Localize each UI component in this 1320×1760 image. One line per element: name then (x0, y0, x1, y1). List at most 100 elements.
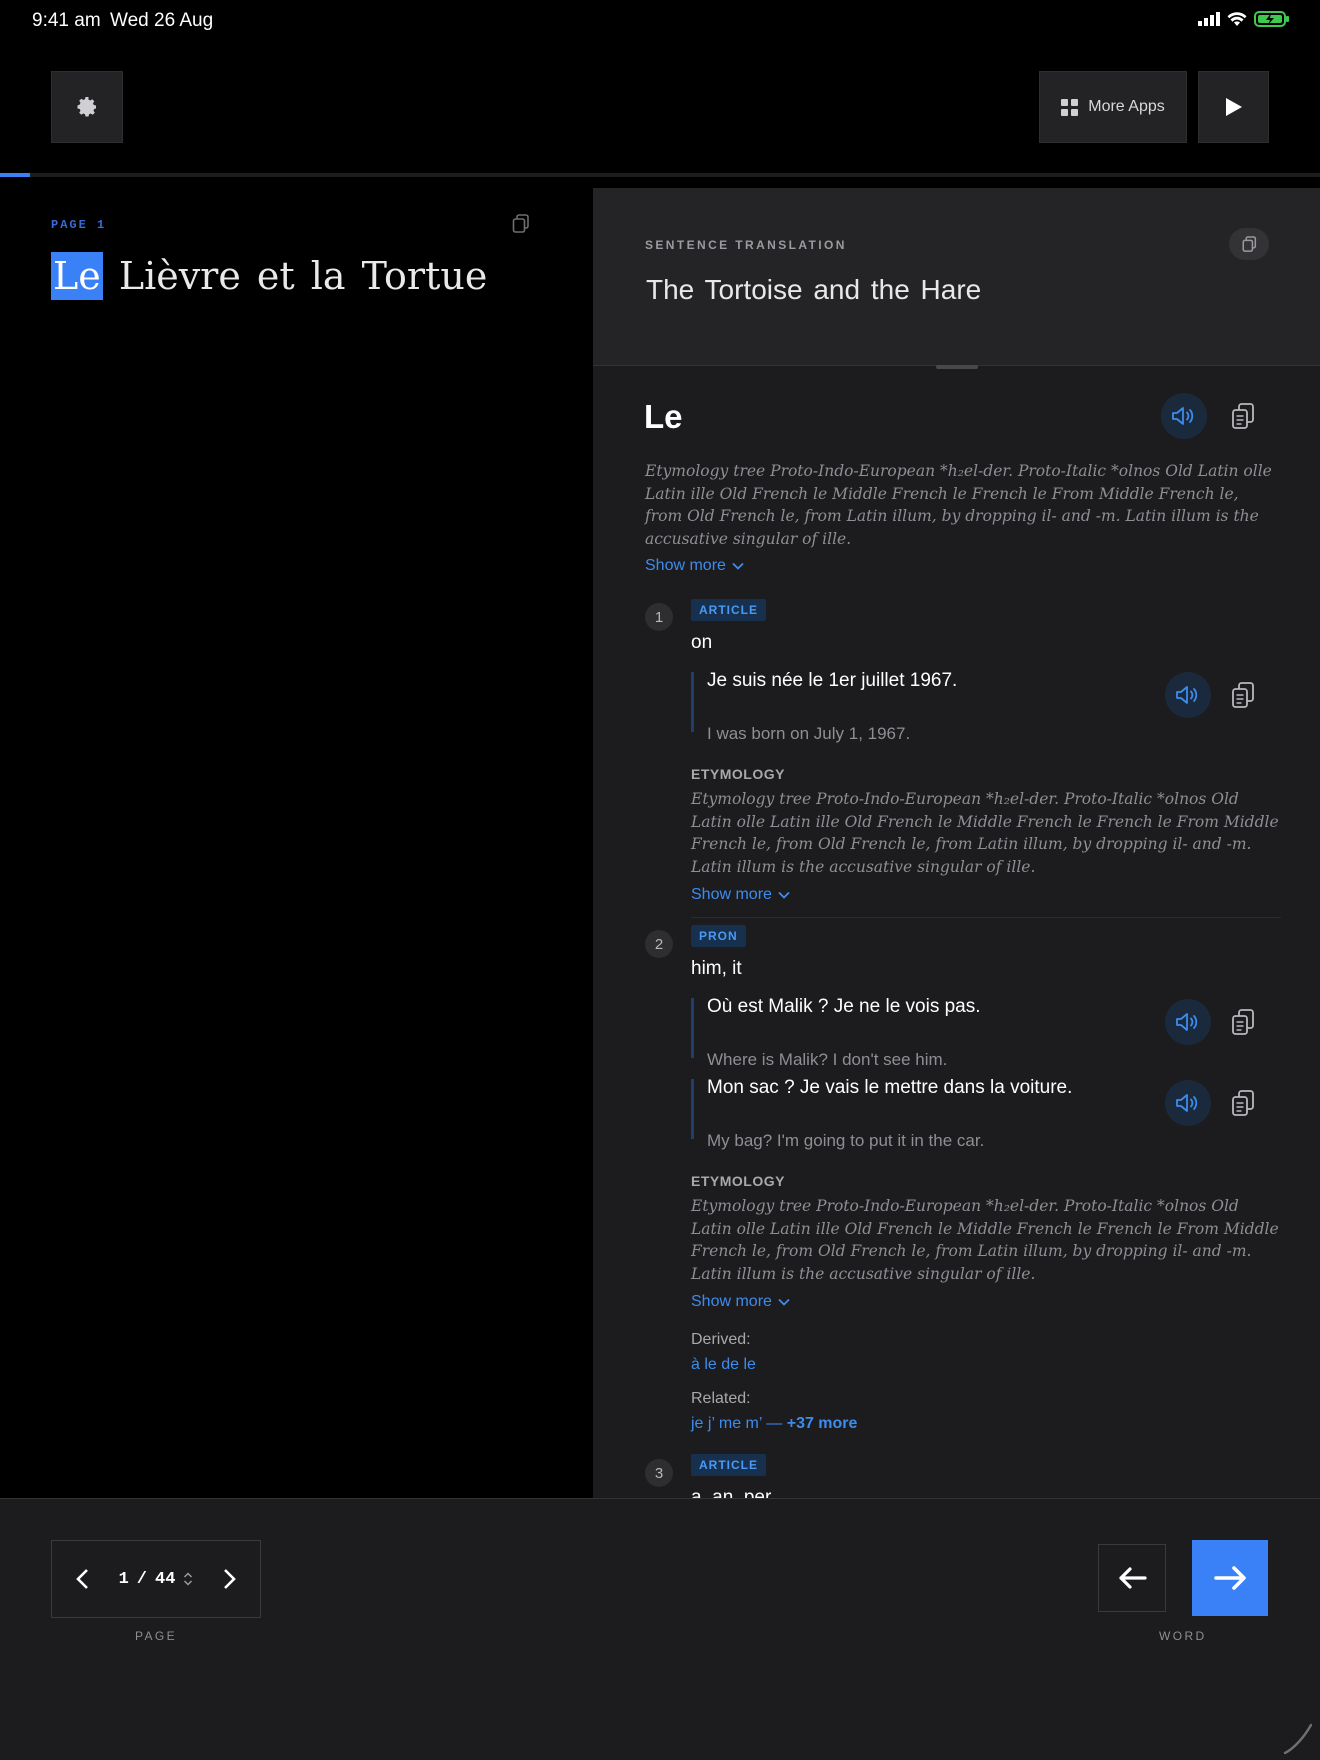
related-words[interactable]: je j’ me m’ — (691, 1415, 782, 1432)
related-more-link[interactable]: +37 more (787, 1415, 858, 1432)
previous-word-button[interactable] (1098, 1544, 1166, 1612)
etymology-label: ETYMOLOGY (691, 766, 785, 782)
copy-example-button[interactable] (1228, 1087, 1258, 1119)
pencil-scribble-icon (1283, 1723, 1313, 1755)
grid-apps-icon (1061, 98, 1079, 116)
pronounce-headword-button[interactable] (1161, 393, 1207, 439)
chevron-up-down-icon (184, 1572, 193, 1586)
derived-links[interactable]: à le de le (691, 1356, 756, 1374)
page-separator: / (136, 1569, 147, 1589)
current-page: 1 (118, 1569, 129, 1589)
copy-translation-button[interactable] (1229, 228, 1269, 260)
pronounce-example-button[interactable] (1165, 1080, 1211, 1126)
copy-icon (1232, 682, 1254, 708)
related-label: Related: (691, 1390, 751, 1407)
chevron-down-icon (778, 891, 790, 899)
settings-button[interactable] (51, 71, 123, 143)
copy-example-button[interactable] (1228, 1006, 1258, 1038)
example-english: Where is Malik? I don't see him. (707, 1050, 948, 1069)
status-icons (1198, 11, 1290, 27)
headword-etymology: Etymology tree Proto-Indo-European *h₂el… (645, 462, 1272, 548)
dictionary-pane: SENTENCE TRANSLATION The Tortoise and th… (593, 188, 1320, 1498)
cellular-signal-icon (1198, 12, 1220, 26)
next-word-button[interactable] (1192, 1540, 1268, 1616)
show-more-link[interactable]: Show more (691, 1293, 790, 1311)
wifi-icon (1227, 11, 1247, 26)
copy-icon (1242, 235, 1256, 252)
copy-sentence-button[interactable] (512, 214, 530, 239)
reader-sentence: Le Lièvre et la Tortue (51, 252, 487, 300)
bottom-navigation-bar: 1 / 44 PAGE WORD (0, 1498, 1320, 1760)
copy-example-button[interactable] (1228, 679, 1258, 711)
sense-number: 1 (645, 603, 673, 631)
speaker-icon (1172, 407, 1194, 425)
gear-icon (77, 97, 96, 117)
page-label: PAGE 1 (51, 218, 107, 232)
speaker-icon (1176, 1094, 1198, 1112)
reader-pane: PAGE 1 Le Lièvre et la Tortue (0, 188, 593, 1498)
example-english: My bag? I'm going to put it in the car. (707, 1131, 985, 1150)
sense-number: 3 (645, 1459, 673, 1487)
more-apps-button[interactable]: More Apps (1039, 71, 1187, 143)
pronounce-example-button[interactable] (1165, 672, 1211, 718)
part-of-speech-badge: ARTICLE (691, 599, 766, 621)
arrow-right-icon (1214, 1566, 1246, 1590)
sense-divider (691, 917, 1281, 918)
sense-etymology: Etymology tree Proto-Indo-European *h₂el… (691, 1197, 1279, 1283)
sentence-translation-card: SENTENCE TRANSLATION The Tortoise and th… (593, 188, 1320, 366)
next-page-button[interactable] (200, 1541, 260, 1617)
play-button[interactable] (1198, 71, 1269, 143)
example-quote-bar (691, 672, 694, 732)
show-more-link[interactable]: Show more (645, 557, 744, 575)
show-more-link[interactable]: Show more (691, 886, 790, 904)
sentence-rest[interactable]: Lièvre et la Tortue (119, 254, 487, 298)
translation-text: The Tortoise and the Hare (646, 274, 982, 305)
example-french: Je suis née le 1er juillet 1967. (707, 670, 958, 691)
sense-number: 2 (645, 930, 673, 958)
status-time: 9:41 am (32, 10, 101, 31)
copy-icon (1232, 403, 1254, 429)
copy-icon (512, 214, 529, 233)
status-date: Wed 26 Aug (110, 10, 214, 31)
part-of-speech-badge: PRON (691, 925, 746, 947)
page-picker[interactable]: 1 / 44 (112, 1570, 200, 1589)
sense-gloss: on (691, 632, 713, 653)
reading-progress-fill (0, 173, 31, 177)
previous-page-button[interactable] (52, 1541, 112, 1617)
reading-progress-bar (0, 173, 1320, 177)
play-icon (1225, 98, 1242, 116)
total-pages: 44 (155, 1569, 176, 1589)
speaker-icon (1176, 1013, 1198, 1031)
sense-gloss: a, an, per (691, 1487, 772, 1498)
example-quote-bar (691, 998, 694, 1058)
chevron-down-icon (732, 562, 744, 570)
example-english: I was born on July 1, 1967. (707, 724, 911, 743)
page-stepper: 1 / 44 (51, 1540, 261, 1618)
battery-charging-icon (1254, 11, 1289, 27)
more-apps-label: More Apps (1088, 98, 1165, 115)
word-caption: WORD (1159, 1629, 1207, 1643)
example-french: Mon sac ? Je vais le mettre dans la voit… (707, 1077, 1073, 1098)
chevron-left-icon (76, 1569, 88, 1589)
page-caption: PAGE (135, 1629, 178, 1643)
highlighted-word[interactable]: Le (51, 252, 103, 300)
example-french: Où est Malik ? Je ne le vois pas. (707, 996, 981, 1017)
copy-icon (1232, 1090, 1254, 1116)
sense-gloss: him, it (691, 958, 742, 979)
speaker-icon (1176, 686, 1198, 704)
show-more-label: Show more (645, 557, 726, 574)
show-more-label: Show more (691, 886, 772, 903)
copy-headword-button[interactable] (1228, 400, 1258, 432)
status-bar: 9:41 am Wed 26 Aug (0, 0, 1320, 40)
resize-handle[interactable] (936, 365, 978, 369)
etymology-label: ETYMOLOGY (691, 1173, 785, 1189)
derived-label: Derived: (691, 1331, 751, 1348)
translation-label: SENTENCE TRANSLATION (645, 238, 847, 252)
sense-etymology: Etymology tree Proto-Indo-European *h₂el… (691, 790, 1279, 876)
related-links[interactable]: je j’ me m’ — +37 more (691, 1415, 857, 1433)
chevron-down-icon (778, 1298, 790, 1306)
pronounce-example-button[interactable] (1165, 999, 1211, 1045)
chevron-right-icon (224, 1569, 236, 1589)
headword: Le (644, 398, 683, 435)
example-quote-bar (691, 1079, 694, 1139)
